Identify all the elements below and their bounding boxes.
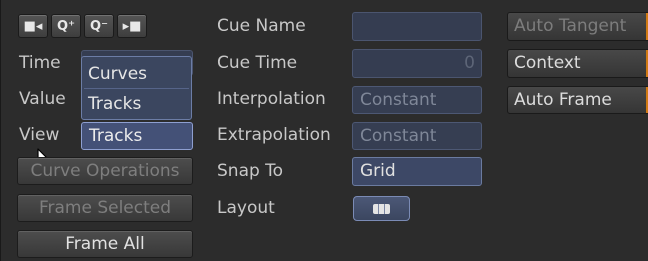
cue-time-label: Cue Time	[217, 53, 298, 73]
interpolation-select[interactable]: Constant	[352, 86, 482, 114]
interpolation-label: Interpolation	[217, 89, 326, 109]
context-label: Context	[514, 53, 581, 73]
extrapolation-value: Constant	[360, 125, 437, 146]
fit-to-right-button[interactable]: ▸■	[117, 14, 147, 38]
view-option-tracks[interactable]: Tracks	[88, 96, 141, 113]
curves-editor-panel: ■◂ Q⁺ Q⁻ ▸■ Time Value View Curves Track…	[0, 0, 648, 261]
snap-to-value: Grid	[360, 161, 396, 181]
auto-tangent-button[interactable]: Auto Tangent	[507, 12, 648, 41]
fit-to-left-button[interactable]: ■◂	[18, 14, 48, 38]
layout-grip-icon	[373, 203, 390, 214]
frame-selected-button[interactable]: Frame Selected	[17, 194, 193, 222]
extrapolation-label: Extrapolation	[217, 125, 331, 145]
fit-to-right-icon: ▸■	[122, 18, 142, 34]
zoom-in-icon: Q⁺	[57, 18, 75, 34]
cue-name-label: Cue Name	[217, 16, 306, 36]
frame-all-button[interactable]: Frame All	[17, 230, 193, 258]
zoom-out-button[interactable]: Q⁻	[84, 14, 114, 38]
context-button[interactable]: Context	[507, 49, 648, 78]
menu-separator	[84, 88, 189, 89]
curve-operations-label: Curve Operations	[30, 160, 180, 181]
view-select[interactable]: Tracks	[81, 122, 193, 150]
auto-frame-label: Auto Frame	[514, 89, 612, 110]
view-dropdown-menu[interactable]: Curves Tracks	[81, 56, 192, 120]
extrapolation-select[interactable]: Constant	[352, 122, 482, 150]
fit-to-left-icon: ■◂	[23, 18, 43, 34]
snap-to-select[interactable]: Grid	[352, 157, 482, 186]
zoom-in-button[interactable]: Q⁺	[51, 14, 81, 38]
layout-toggle[interactable]	[353, 196, 410, 221]
zoom-out-icon: Q⁻	[90, 18, 108, 34]
auto-tangent-label: Auto Tangent	[514, 16, 627, 36]
view-option-curves[interactable]: Curves	[88, 66, 147, 83]
value-label: Value	[19, 89, 66, 109]
curve-operations-button[interactable]: Curve Operations	[17, 157, 193, 185]
cue-name-field[interactable]	[352, 12, 482, 41]
cue-time-field[interactable]: 0	[352, 49, 482, 78]
auto-frame-button[interactable]: Auto Frame	[507, 86, 648, 114]
time-label: Time	[19, 53, 61, 73]
view-select-value: Tracks	[89, 125, 143, 146]
view-label: View	[19, 125, 60, 145]
cue-time-value: 0	[464, 53, 475, 73]
frame-all-label: Frame All	[65, 233, 145, 254]
interpolation-value: Constant	[360, 89, 437, 110]
layout-label: Layout	[217, 198, 275, 218]
frame-selected-label: Frame Selected	[38, 197, 172, 218]
snap-to-label: Snap To	[217, 161, 284, 181]
